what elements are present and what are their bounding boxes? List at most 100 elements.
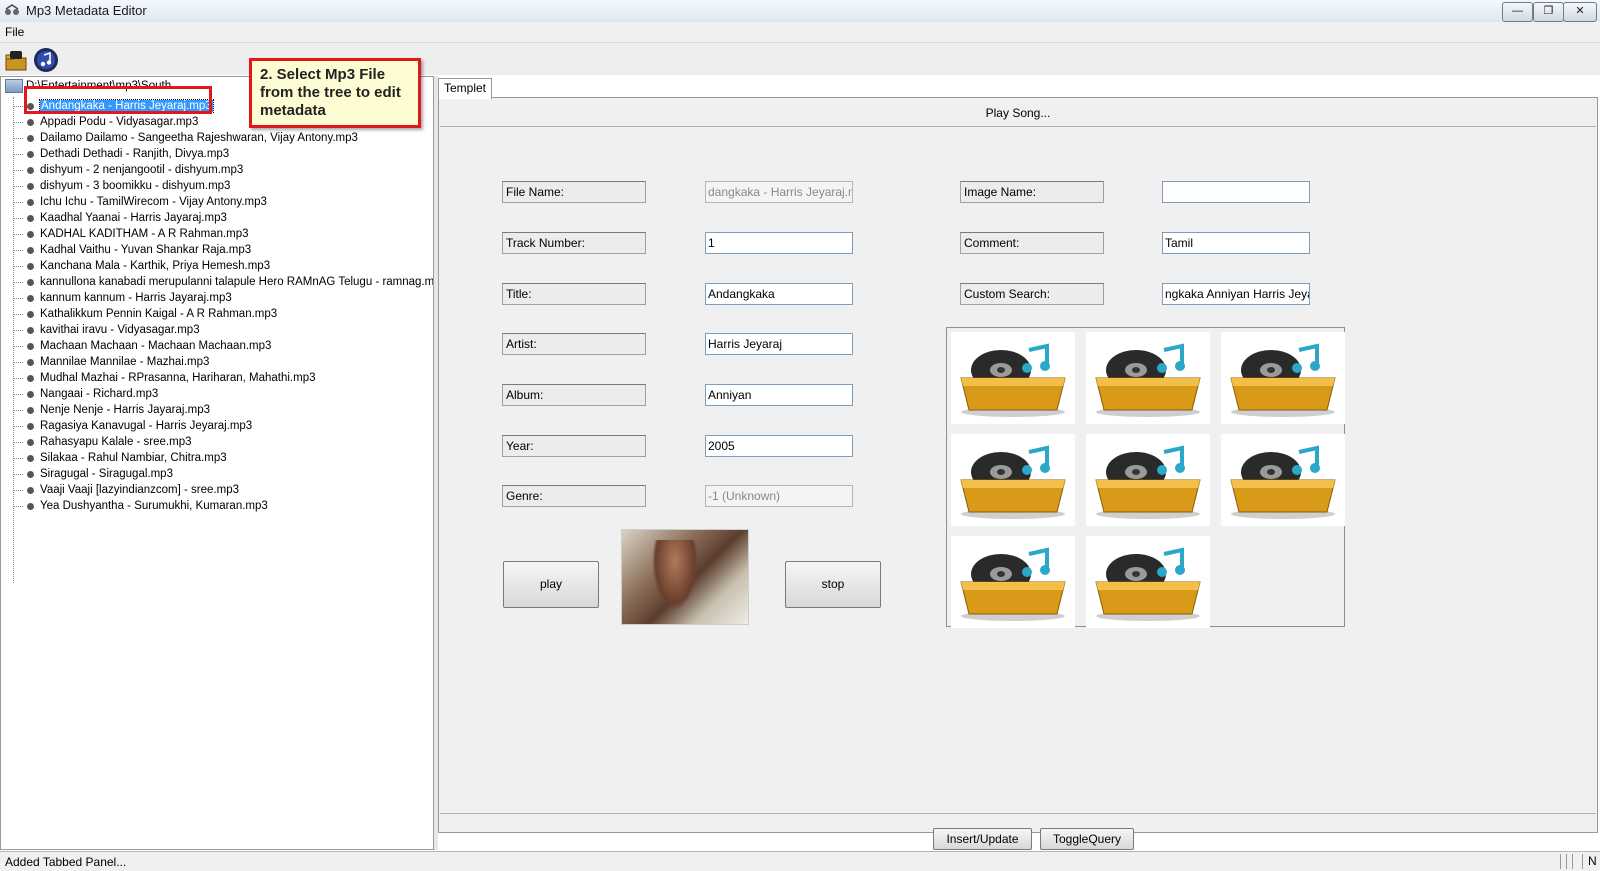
- tree-connector: [13, 377, 23, 379]
- year-field[interactable]: 2005: [705, 435, 853, 457]
- album-art-image: [621, 529, 749, 625]
- tree-item-label: Siragugal - Siragugal.mp3: [40, 468, 173, 480]
- tree-connector: [13, 281, 23, 283]
- tree-item[interactable]: Rahasyapu Kalale - sree.mp3: [13, 434, 192, 450]
- app-icon: [4, 3, 20, 17]
- album-field[interactable]: Anniyan: [705, 384, 853, 406]
- menu-file[interactable]: File: [5, 25, 24, 39]
- tree-item[interactable]: Kathalikkum Pennin Kaigal - A R Rahman.m…: [13, 306, 277, 322]
- tree-item-label: Vaaji Vaaji [lazyindianzcom] - sree.mp3: [40, 484, 239, 496]
- gallery-thumbnail[interactable]: [1221, 332, 1345, 424]
- play-button[interactable]: play: [503, 561, 599, 608]
- title-field[interactable]: Andangkaka: [705, 283, 853, 305]
- bottom-separator: [440, 813, 1596, 814]
- tree-connector: [13, 409, 23, 411]
- music-note-icon: [34, 48, 58, 72]
- tree-item[interactable]: Appadi Podu - Vidyasagar.mp3: [13, 114, 198, 130]
- gallery-thumbnail[interactable]: [1086, 536, 1210, 628]
- tree-item[interactable]: KADHAL KADITHAM - A R Rahman.mp3: [13, 226, 249, 242]
- tree-item[interactable]: Kadhal Vaithu - Yuvan Shankar Raja.mp3: [13, 242, 251, 258]
- file-name-field[interactable]: dangkaka - Harris Jeyaraj.mp3: [705, 181, 853, 203]
- tree-item-label: KADHAL KADITHAM - A R Rahman.mp3: [40, 228, 249, 240]
- gallery-thumbnail[interactable]: [951, 536, 1075, 628]
- open-folder-button[interactable]: [3, 47, 29, 73]
- gallery-thumbnail[interactable]: [1221, 434, 1345, 526]
- file-bullet-icon: [27, 438, 34, 446]
- tree-item-label: Silakaa - Rahul Nambiar, Chitra.mp3: [40, 452, 227, 464]
- tree-item-label: Kadhal Vaithu - Yuvan Shankar Raja.mp3: [40, 244, 252, 256]
- gallery-thumbnail[interactable]: [1086, 434, 1210, 526]
- file-bullet-icon: [27, 486, 34, 494]
- tree-connector: [13, 361, 23, 363]
- track-number-field[interactable]: 1: [705, 232, 853, 254]
- maximize-button[interactable]: ❐: [1533, 2, 1564, 22]
- file-bullet-icon: [27, 310, 34, 318]
- file-bullet-icon: [27, 198, 34, 206]
- toggle-query-button[interactable]: ToggleQuery: [1040, 828, 1134, 850]
- tree-item[interactable]: Ragasiya Kanavugal - Harris Jeyaraj.mp3: [13, 418, 252, 434]
- tree-connector: [13, 201, 23, 203]
- file-bullet-icon: [27, 134, 34, 142]
- custom-search-field[interactable]: ngkaka Anniyan Harris Jeyaraj: [1162, 283, 1310, 305]
- file-bullet-icon: [27, 182, 34, 190]
- tab-templet[interactable]: Templet: [438, 78, 492, 99]
- tree-connector: [13, 345, 23, 347]
- tree-item-label: Ichu Ichu - TamilWirecom - Vijay Antony.…: [40, 196, 267, 208]
- music-button[interactable]: [33, 47, 59, 73]
- tree-item-label: Appadi Podu - Vidyasagar.mp3: [40, 116, 199, 128]
- file-bullet-icon: [27, 390, 34, 398]
- tree-item[interactable]: Silakaa - Rahul Nambiar, Chitra.mp3: [13, 450, 227, 466]
- music-folder-icon: [1095, 547, 1201, 621]
- tree-item-label: Nangaai - Richard.mp3: [40, 388, 159, 400]
- tree-item[interactable]: Nenje Nenje - Harris Jayaraj.mp3: [13, 402, 210, 418]
- file-bullet-icon: [27, 150, 34, 158]
- tree-item[interactable]: Dethadi Dethadi - Ranjith, Divya.mp3: [13, 146, 229, 162]
- tree-item[interactable]: Siragugal - Siragugal.mp3: [13, 466, 173, 482]
- tree-item[interactable]: Kaadhal Yaanai - Harris Jayaraj.mp3: [13, 210, 227, 226]
- image-name-field[interactable]: [1162, 181, 1310, 203]
- gallery-thumbnail[interactable]: [951, 332, 1075, 424]
- tree-item[interactable]: kannullona kanabadi merupulanni talapule…: [13, 274, 434, 290]
- tree-item[interactable]: dishyum - 3 boomikku - dishyum.mp3: [13, 178, 230, 194]
- window-title: Mp3 Metadata Editor: [26, 3, 147, 18]
- play-song-label[interactable]: Play Song...: [440, 100, 1596, 127]
- tree-item[interactable]: Nangaai - Richard.mp3: [13, 386, 158, 402]
- close-button[interactable]: ✕: [1563, 2, 1597, 22]
- tree-connector: [13, 473, 23, 475]
- menu-bar: File: [0, 22, 1600, 43]
- file-bullet-icon: [27, 374, 34, 382]
- tree-item[interactable]: Machaan Machaan - Machaan Machaan.mp3: [13, 338, 271, 354]
- tree-item[interactable]: Mannilae Mannilae - Mazhai.mp3: [13, 354, 209, 370]
- tree-item-label: Kathalikkum Pennin Kaigal - A R Rahman.m…: [40, 308, 278, 320]
- file-bullet-icon: [27, 454, 34, 462]
- comment-field[interactable]: Tamil: [1162, 232, 1310, 254]
- gallery-thumbnail[interactable]: [1086, 332, 1210, 424]
- tree-item[interactable]: Ichu Ichu - TamilWirecom - Vijay Antony.…: [13, 194, 267, 210]
- genre-field[interactable]: -1 (Unknown): [705, 485, 853, 507]
- artist-field[interactable]: Harris Jeyaraj: [705, 333, 853, 355]
- tree-item-label: kavithai iravu - Vidyasagar.mp3: [40, 324, 200, 336]
- tree-item-label: kannullona kanabadi merupulanni talapule…: [40, 276, 434, 288]
- tree-connector: [13, 265, 23, 267]
- tree-item[interactable]: kavithai iravu - Vidyasagar.mp3: [13, 322, 200, 338]
- tree-item[interactable]: dishyum - 2 nenjangootil - dishyum.mp3: [13, 162, 243, 178]
- year-label: Year:: [502, 435, 646, 457]
- minimize-button[interactable]: —: [1502, 2, 1533, 22]
- stop-button[interactable]: stop: [785, 561, 881, 608]
- tree-item-label: Yea Dushyantha - Surumukhi, Kumaran.mp3: [40, 500, 268, 512]
- gallery-thumbnail[interactable]: [951, 434, 1075, 526]
- tree-item[interactable]: Mudhal Mazhai - RPrasanna, Hariharan, Ma…: [13, 370, 316, 386]
- file-bullet-icon: [27, 502, 34, 510]
- tree-item[interactable]: kannum kannum - Harris Jayaraj.mp3: [13, 290, 232, 306]
- tree-item[interactable]: Kanchana Mala - Karthik, Priya Hemesh.mp…: [13, 258, 270, 274]
- tree-item[interactable]: Dailamo Dailamo - Sangeetha Rajeshwaran,…: [13, 130, 358, 146]
- file-bullet-icon: [27, 278, 34, 286]
- file-tree[interactable]: D:\Entertainment\mp3\South Andangkaka - …: [0, 76, 434, 850]
- insert-update-button[interactable]: Insert/Update: [933, 828, 1032, 850]
- tree-item[interactable]: Vaaji Vaaji [lazyindianzcom] - sree.mp3: [13, 482, 239, 498]
- tree-item[interactable]: Yea Dushyantha - Surumukhi, Kumaran.mp3: [13, 498, 268, 514]
- tree-item-label: Dethadi Dethadi - Ranjith, Divya.mp3: [40, 148, 230, 160]
- tree-item-label: dishyum - 3 boomikku - dishyum.mp3: [40, 180, 231, 192]
- file-bullet-icon: [27, 406, 34, 414]
- tree-item-label: Kaadhal Yaanai - Harris Jayaraj.mp3: [40, 212, 227, 224]
